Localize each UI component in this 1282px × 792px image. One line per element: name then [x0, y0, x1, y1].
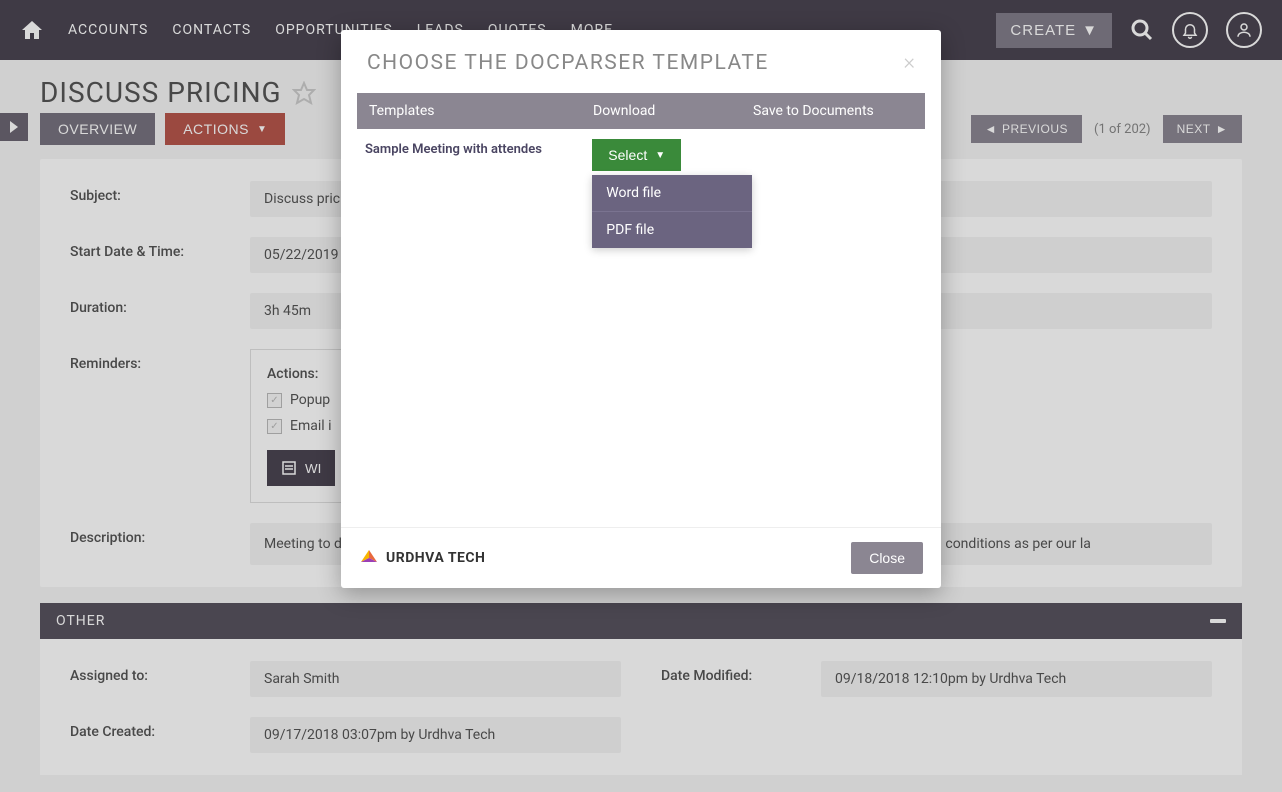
- th-save: Save to Documents: [753, 103, 913, 119]
- dropdown-word[interactable]: Word file: [592, 175, 752, 212]
- close-button[interactable]: Close: [851, 542, 923, 574]
- modal-title: CHOOSE THE DOCPARSER TEMPLATE: [367, 51, 769, 75]
- download-cell: Select ▼ Word file PDF file: [592, 139, 754, 171]
- select-label: Select: [608, 147, 647, 163]
- close-icon[interactable]: ×: [903, 50, 915, 75]
- modal-header: CHOOSE THE DOCPARSER TEMPLATE ×: [341, 30, 941, 93]
- modal-body: Templates Download Save to Documents Sam…: [341, 93, 941, 527]
- logo-icon: [359, 548, 379, 568]
- modal-backdrop[interactable]: CHOOSE THE DOCPARSER TEMPLATE × Template…: [0, 0, 1282, 792]
- template-row: Sample Meeting with attendes Select ▼ Wo…: [357, 129, 925, 181]
- th-download: Download: [593, 103, 753, 119]
- template-name: Sample Meeting with attendes: [365, 139, 592, 157]
- template-table-header: Templates Download Save to Documents: [357, 93, 925, 129]
- download-dropdown: Word file PDF file: [592, 175, 752, 248]
- footer-logo: URDHVA TECH: [359, 548, 485, 568]
- logo-text: URDHVA TECH: [386, 550, 485, 566]
- th-templates: Templates: [369, 103, 593, 119]
- select-dropdown-button[interactable]: Select ▼: [592, 139, 681, 171]
- docparser-modal: CHOOSE THE DOCPARSER TEMPLATE × Template…: [341, 30, 941, 588]
- caret-down-icon: ▼: [655, 150, 665, 161]
- modal-footer: URDHVA TECH Close: [341, 527, 941, 588]
- dropdown-pdf[interactable]: PDF file: [592, 212, 752, 248]
